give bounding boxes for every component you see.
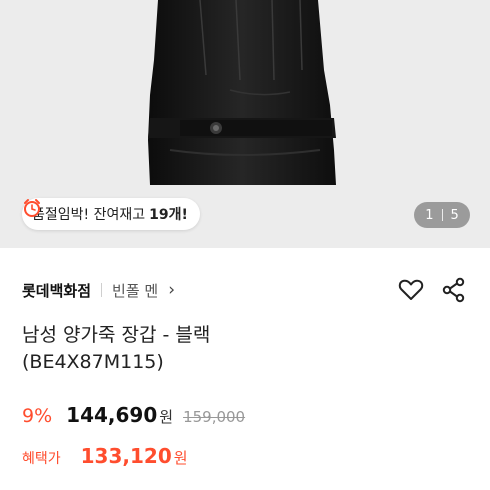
store-row[interactable]: 롯데백화점 빈폴 멘 › xyxy=(22,276,175,304)
benefit-label: 혜택가 xyxy=(22,451,61,467)
price-row: 9% 144,690 원 159,000 xyxy=(22,403,245,431)
product-title: 남성 양가죽 장갑 - 블랙 (BE4X87M115) xyxy=(22,322,462,376)
image-pager[interactable]: 1 5 xyxy=(414,202,470,228)
discount-rate: 9% xyxy=(22,405,53,427)
store-name[interactable]: 롯데백화점 xyxy=(22,280,91,301)
product-title-line2: (BE4X87M115) xyxy=(22,351,164,373)
pager-divider xyxy=(441,209,443,221)
product-title-line1: 남성 양가죽 장갑 - 블랙 xyxy=(22,324,211,346)
benefit-price-currency: 원 xyxy=(173,449,188,467)
benefit-price-row: 혜택가 133,120 원 xyxy=(22,444,188,474)
pager-total: 5 xyxy=(450,207,459,223)
heart-icon[interactable] xyxy=(398,278,424,302)
low-stock-badge: 품절임박! 잔여재고 19개! xyxy=(22,198,200,230)
low-stock-text: 품절임박! 잔여재고 xyxy=(32,207,146,223)
store-divider xyxy=(101,283,103,297)
original-price: 159,000 xyxy=(183,408,246,426)
sale-price: 144,690 xyxy=(66,403,158,427)
brand-link[interactable]: 빈폴 멘 xyxy=(112,280,158,301)
sale-price-currency: 원 xyxy=(159,408,174,426)
share-icon[interactable] xyxy=(442,277,466,303)
pager-current: 1 xyxy=(425,207,434,223)
low-stock-count: 19개! xyxy=(149,207,188,223)
benefit-price: 133,120 xyxy=(80,444,172,468)
product-image[interactable]: 품절임박! 잔여재고 19개! 1 5 xyxy=(0,0,490,248)
alarm-clock-icon xyxy=(24,199,40,217)
chevron-right-icon[interactable]: › xyxy=(168,280,175,300)
